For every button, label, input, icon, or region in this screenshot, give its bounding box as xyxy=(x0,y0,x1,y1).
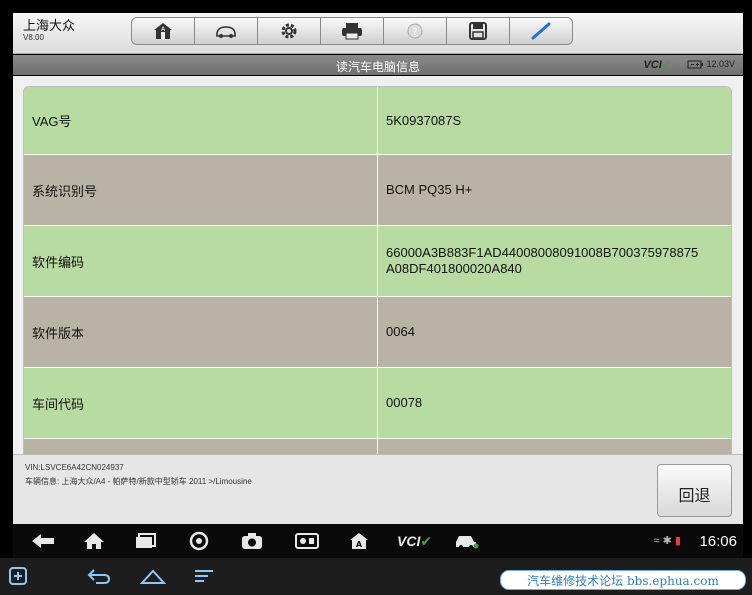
row-key: 车间代码 xyxy=(24,368,378,438)
toolbar-buttons: A ? xyxy=(131,17,573,45)
camera-icon xyxy=(242,533,262,549)
row-value: BCM PQ35 H+ xyxy=(386,182,473,197)
title-bar: 读汽车电脑信息 VCI✔ 12.03V xyxy=(13,55,743,75)
svg-text:A: A xyxy=(356,540,363,549)
row-value: 66000A3B883F1AD44008008091008B7003759788… xyxy=(386,245,699,276)
vci-label: VCI xyxy=(643,59,662,71)
back-button[interactable]: 回退 xyxy=(657,464,732,517)
vci-status: VCI✔ xyxy=(643,58,671,71)
vehicle-info-text: 车辆信息: 上海大众/A4 - 帕萨特/新款中型轿车 2011 >/Limous… xyxy=(25,477,252,486)
recent-apps-button[interactable] xyxy=(135,531,157,551)
help-icon: ? xyxy=(407,23,423,39)
vehicle-icon xyxy=(216,26,236,38)
row-key: 软件编码 xyxy=(24,226,378,296)
camera-button[interactable] xyxy=(241,531,263,551)
diagnostic-home-icon: A xyxy=(350,533,368,549)
save-icon xyxy=(469,22,487,40)
house-icon xyxy=(84,533,104,549)
row-key: 软件版本 xyxy=(24,297,378,367)
row-value: 5K0937087S xyxy=(386,112,462,128)
table-row: VAG号 5K0937087S xyxy=(24,87,731,154)
nav-back-button[interactable] xyxy=(86,566,112,586)
ecu-info-table[interactable]: VAG号 5K0937087S 系统识别号 BCM PQ35 H+ 软件编码 6… xyxy=(23,86,732,456)
svg-text:?: ? xyxy=(412,27,417,38)
vin-text: VIN:LSVCE6A42CN024937 xyxy=(25,463,124,472)
back-arrow-button[interactable] xyxy=(31,531,55,551)
content-area: VAG号 5K0937087S 系统识别号 BCM PQ35 H+ 软件编码 6… xyxy=(13,76,743,456)
table-row: 系统识别号 BCM PQ35 H+ xyxy=(24,154,731,225)
vci-taskbar-label: VCI xyxy=(397,533,421,549)
vehicle-button[interactable] xyxy=(194,17,258,45)
app-version: V8.00 xyxy=(23,33,44,42)
car-icon xyxy=(456,536,479,549)
vci-taskbar-check-icon: ✔ xyxy=(420,532,433,549)
table-row: 车间代码 00078 xyxy=(24,367,731,438)
page-title: 读汽车电脑信息 xyxy=(335,60,420,74)
gear-icon xyxy=(281,23,297,39)
recent-apps-icon xyxy=(136,533,156,548)
nav-home-icon xyxy=(140,569,166,584)
battery-icon xyxy=(687,60,704,68)
brand: 上海大众 V8.00 xyxy=(23,18,133,43)
home-icon: A xyxy=(154,23,172,39)
system-taskbar: A VCI ✔ ≈ ✱ ▮ 16:06 xyxy=(13,524,743,558)
print-button[interactable] xyxy=(320,17,384,45)
edit-button[interactable] xyxy=(509,17,573,45)
home-nav-button[interactable] xyxy=(83,531,105,551)
vci-connected-icon: ✔ xyxy=(661,59,671,71)
pen-icon xyxy=(531,22,551,40)
screen-record-icon xyxy=(295,533,319,549)
settings-button[interactable] xyxy=(257,17,321,45)
remote-button[interactable] xyxy=(8,566,28,586)
remote-icon xyxy=(9,567,27,585)
table-row: 软件版本 0064 xyxy=(24,296,731,367)
battery-status: 12.03V xyxy=(687,59,735,69)
top-toolbar: 上海大众 V8.00 A ? xyxy=(13,13,743,54)
status-icons: ≈ ✱ ▮ xyxy=(654,534,681,547)
vehicle-taskbar-button[interactable] xyxy=(453,531,479,551)
battery-status-icon: ▮ xyxy=(674,535,681,547)
chrome-icon xyxy=(189,531,209,551)
row-key: 系统识别号 xyxy=(24,155,378,225)
forum-watermark: 汽车维修技术论坛 bbs.ephua.com xyxy=(500,570,746,590)
back-arrow-icon xyxy=(32,534,54,548)
home-button[interactable]: A xyxy=(131,17,195,45)
row-key: VAG号 xyxy=(24,87,378,154)
row-value: 00078 xyxy=(386,395,423,410)
battery-voltage: 12.03V xyxy=(706,59,735,69)
bluetooth-icon: ✱ xyxy=(662,535,672,547)
brand-name: 上海大众 xyxy=(23,18,76,33)
print-icon xyxy=(342,23,362,40)
table-row: 软件编码 66000A3B883F1AD44008008091008B70037… xyxy=(24,225,731,296)
screen-record-button[interactable] xyxy=(295,531,319,551)
vehicle-info-footer: VIN:LSVCE6A42CN024937 车辆信息: 上海大众/A4 - 帕萨… xyxy=(13,454,743,525)
help-button[interactable]: ? xyxy=(383,17,447,45)
clock: 16:06 xyxy=(699,533,737,550)
wifi-icon: ≈ xyxy=(653,535,660,547)
nav-home-button[interactable] xyxy=(140,566,166,586)
save-button[interactable] xyxy=(446,17,510,45)
row-value: 0064 xyxy=(386,324,415,339)
vci-taskbar-button[interactable]: VCI ✔ xyxy=(397,531,432,551)
nav-menu-button[interactable] xyxy=(194,566,214,586)
nav-back-icon xyxy=(87,569,111,584)
diagnostic-home-button[interactable]: A xyxy=(349,531,369,551)
menu-icon xyxy=(195,570,213,582)
browser-button[interactable] xyxy=(189,531,209,551)
